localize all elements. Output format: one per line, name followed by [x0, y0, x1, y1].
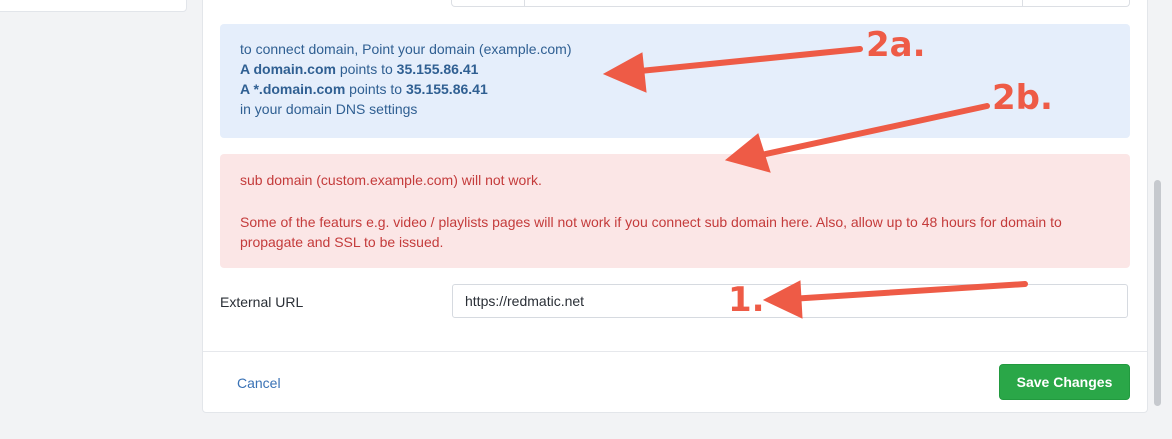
annotation-label-2a: 2a.: [866, 25, 926, 65]
arrow-1-head: [762, 280, 803, 319]
arrow-2a: [627, 46, 863, 75]
arrow-2a-head: [602, 52, 647, 93]
arrow-1: [787, 281, 1028, 302]
annotation-label-2b: 2b.: [992, 78, 1053, 118]
annotation-label-1: 1.: [728, 280, 765, 320]
annotation-arrows: [602, 46, 1028, 319]
arrow-2b-head: [724, 133, 771, 173]
arrow-2b: [749, 103, 990, 160]
